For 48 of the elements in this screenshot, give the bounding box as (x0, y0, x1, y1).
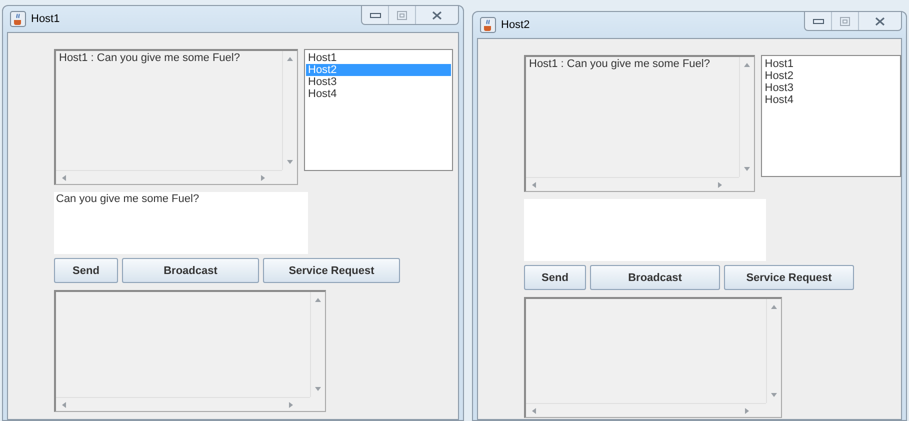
scroll-down-icon[interactable] (314, 386, 322, 392)
scroll-left-icon[interactable] (61, 400, 67, 408)
app-icon (10, 11, 26, 27)
minimize-icon[interactable] (812, 18, 824, 24)
scroll-up-icon[interactable] (770, 304, 778, 310)
window-title: Host1 (31, 13, 60, 25)
host-item[interactable]: Host3 (762, 82, 899, 94)
scroll-down-icon[interactable] (742, 166, 751, 172)
scroll-right-icon[interactable] (716, 180, 723, 188)
scroll-left-icon[interactable] (531, 180, 537, 188)
horizontal-scrollbar[interactable] (526, 177, 739, 191)
scroll-left-icon[interactable] (61, 174, 67, 182)
action-button[interactable]: Send (524, 265, 586, 290)
horizontal-scrollbar[interactable] (526, 403, 766, 417)
scroll-right-icon[interactable] (744, 406, 750, 414)
scroll-up-icon[interactable] (286, 56, 294, 62)
maximize-icon[interactable] (397, 10, 407, 20)
scroll-right-icon[interactable] (260, 174, 266, 182)
close-icon[interactable] (432, 10, 442, 20)
host-item[interactable]: Host1 (762, 58, 899, 70)
host-item[interactable]: Host4 (306, 88, 451, 100)
app-icon (480, 17, 496, 33)
message-field[interactable]: Can you give me some Fuel? (54, 192, 308, 254)
scroll-up-icon[interactable] (314, 297, 322, 303)
action-button[interactable]: Send (54, 258, 118, 283)
scroll-up-icon[interactable] (742, 62, 751, 68)
host-list[interactable]: Host1 Host2 Host3 Host4 (760, 55, 901, 177)
chat-line: Host1 : Can you give me some Fuel? (59, 52, 241, 64)
horizontal-scrollbar[interactable] (56, 170, 282, 184)
scroll-left-icon[interactable] (531, 406, 537, 414)
scroll-down-icon[interactable] (286, 159, 294, 165)
horizontal-scrollbar[interactable] (56, 397, 310, 411)
action-button[interactable]: Broadcast (590, 265, 720, 290)
action-button[interactable]: Service Request (724, 265, 854, 290)
maximize-icon[interactable] (840, 16, 850, 26)
host-item[interactable]: Host1 (306, 52, 451, 64)
host-item[interactable]: Host4 (762, 94, 899, 106)
host-item[interactable]: Host2 (762, 70, 899, 82)
action-button[interactable]: Service Request (263, 258, 400, 283)
minimize-icon[interactable] (370, 12, 380, 18)
host-item[interactable]: Host3 (306, 76, 451, 88)
window-title: Host2 (501, 19, 530, 31)
close-icon[interactable] (875, 16, 885, 26)
scroll-down-icon[interactable] (770, 392, 778, 398)
action-button[interactable]: Broadcast (122, 258, 259, 283)
chat-line: Host1 : Can you give me some Fuel? (529, 58, 711, 70)
host-list[interactable]: Host1 Host2 Host3 Host4 (304, 49, 453, 171)
scroll-right-icon[interactable] (288, 400, 294, 408)
